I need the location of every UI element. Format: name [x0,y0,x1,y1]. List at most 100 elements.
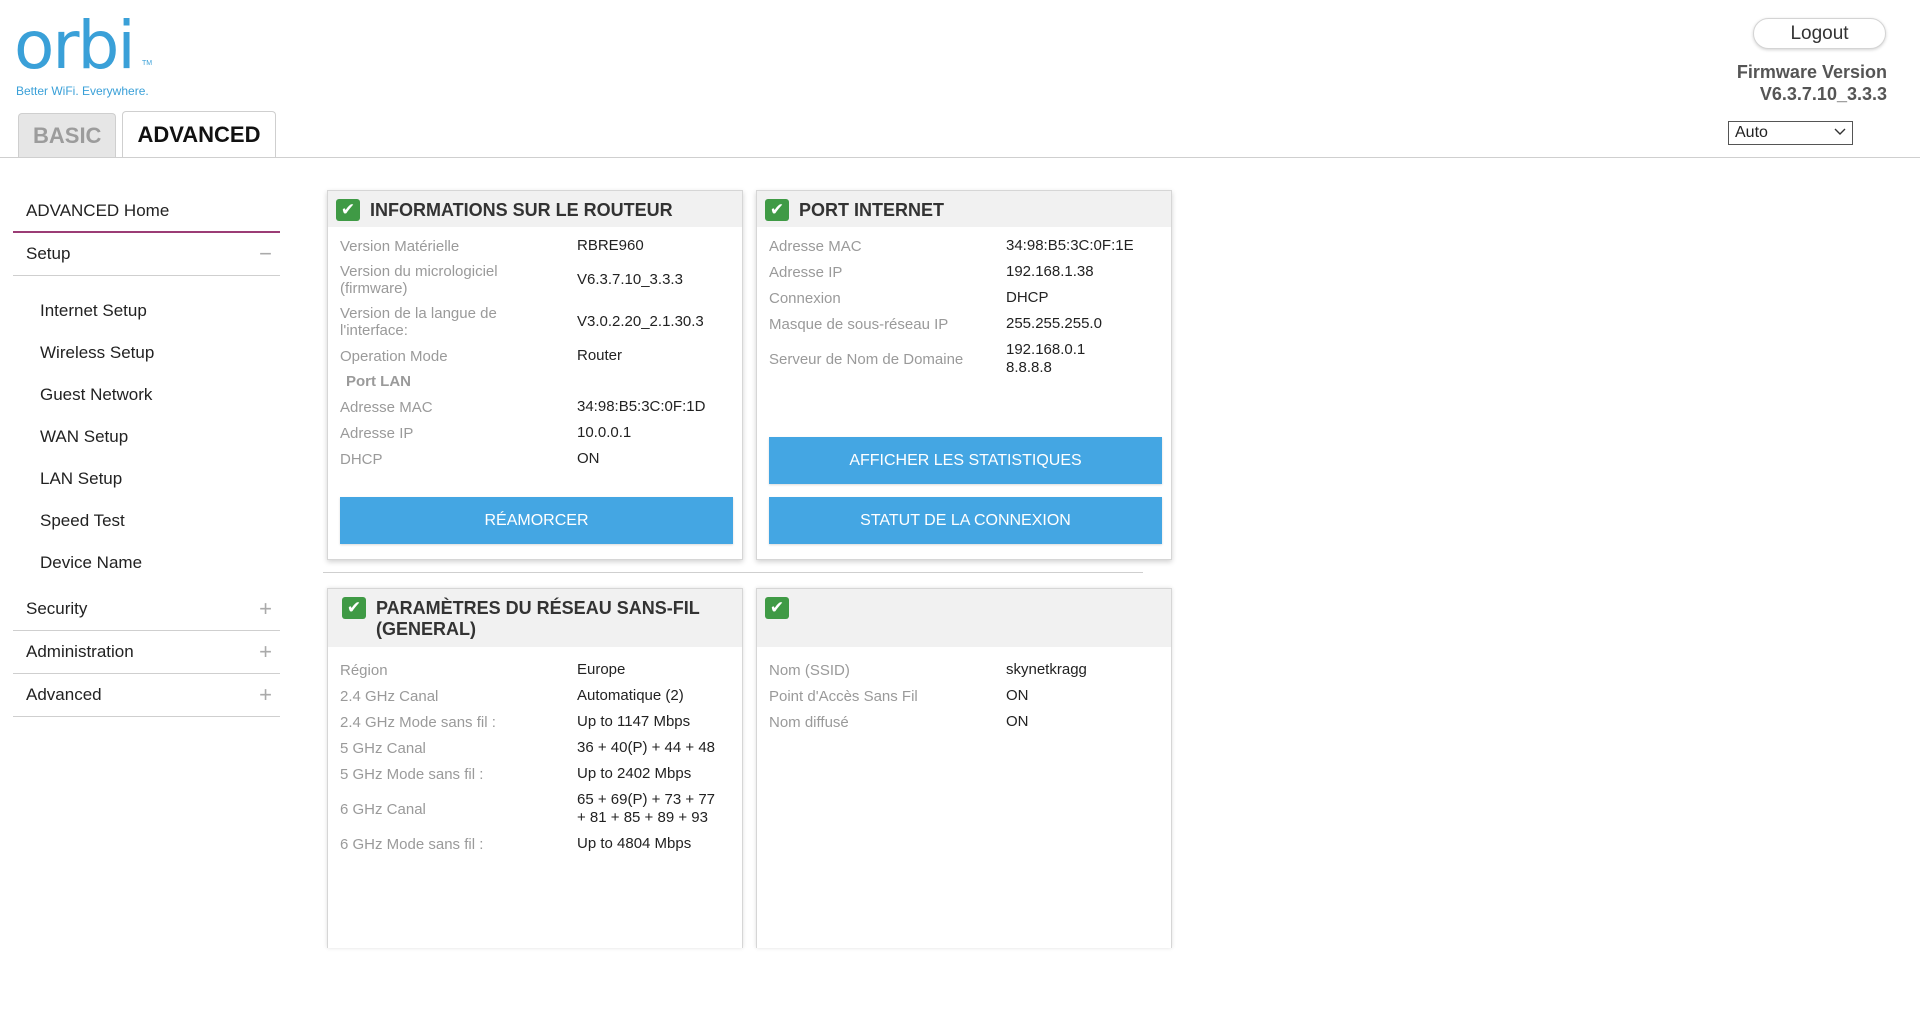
info-value: DHCP [1006,289,1049,306]
setup-submenu: Internet Setup Wireless Setup Guest Netw… [13,276,280,588]
info-row: 2.4 GHz Mode sans fil : Up to 1147 Mbps [340,713,730,731]
sidebar-item-internet-setup[interactable]: Internet Setup [13,290,280,332]
info-value: skynetkragg [1006,661,1087,678]
connection-status-button[interactable]: STATUT DE LA CONNEXION [769,497,1162,544]
sidebar-item-label: Administration [26,642,134,661]
info-label: Version de la langue de l'interface: [340,305,497,339]
logo-tagline: Better WiFi. Everywhere. [16,84,149,98]
sidebar-item-security[interactable]: Security + [13,588,280,631]
sidebar-item-label: Setup [26,244,71,263]
info-row: Version Matérielle RBRE960 [340,237,730,255]
plus-icon: + [259,682,272,707]
wireless-info-rows: Région Europe 2.4 GHz Canal Automatique … [328,647,742,853]
sidebar-item-wan-setup[interactable]: WAN Setup [13,416,280,458]
section-divider [323,572,1143,573]
info-row: Région Europe [340,661,730,679]
info-row: 2.4 GHz Canal Automatique (2) [340,687,730,705]
router-info-panel: ✔ INFORMATIONS SUR LE ROUTEUR Version Ma… [327,190,743,560]
info-label: Version du micrologiciel (firmware) [340,263,498,297]
panel-header: ✔ [757,589,1171,647]
sidebar-item-wireless-setup[interactable]: Wireless Setup [13,332,280,374]
info-value: 192.168.0.1 8.8.8.8 [1006,341,1085,377]
check-icon: ✔ [342,597,366,619]
info-value: 34:98:B5:3C:0F:1E [1006,237,1134,254]
info-row: Masque de sous-réseau IP 255.255.255.0 [769,315,1159,333]
info-label: Adresse IP [340,424,414,442]
router-info-rows: Version Matérielle RBRE960 Version du mi… [328,227,742,468]
info-row: 5 GHz Mode sans fil : Up to 2402 Mbps [340,765,730,783]
info-row: Version de la langue de l'interface: V3.… [340,305,730,339]
info-value: V6.3.7.10_3.3.3 [577,271,683,288]
info-row: 5 GHz Canal 36 + 40(P) + 44 + 48 [340,739,730,757]
panel-header: ✔ PARAMÈTRES DU RÉSEAU SANS-FIL (GENERAL… [328,589,742,647]
info-row: Version du micrologiciel (firmware) V6.3… [340,263,730,297]
info-value: 36 + 40(P) + 44 + 48 [577,739,716,756]
info-row: 6 GHz Canal 65 + 69(P) + 73 + 77 + 81 + … [340,791,730,827]
internet-port-panel: ✔ PORT INTERNET Adresse MAC 34:98:B5:3C:… [756,190,1172,560]
info-row: Adresse IP 192.168.1.38 [769,263,1159,281]
ssid-info-rows: Nom (SSID) skynetkragg Point d'Accès San… [757,647,1171,731]
info-value: 10.0.0.1 [577,424,632,441]
info-row: Nom (SSID) skynetkragg [769,661,1159,679]
info-row: DHCP ON [340,450,730,468]
info-value: Automatique (2) [577,687,684,704]
reboot-button[interactable]: RÉAMORCER [340,497,733,544]
check-icon: ✔ [765,199,789,221]
info-row: Point d'Accès Sans Fil ON [769,687,1159,705]
firmware-value: V6.3.7.10_3.3.3 [1759,84,1887,104]
info-label: Point d'Accès Sans Fil [769,687,918,705]
info-label: 2.4 GHz Mode sans fil : [340,713,496,731]
info-value: ON [577,450,600,467]
info-value: 255.255.255.0 [1006,315,1102,332]
orbi-logo: orbi TM Better WiFi. Everywhere. [14,13,152,99]
tab-basic[interactable]: BASIC [18,113,117,157]
dns-primary: 192.168.0.1 [1006,341,1086,358]
info-value: 34:98:B5:3C:0F:1D [577,398,706,415]
sidebar-item-administration[interactable]: Administration + [13,631,280,674]
info-row: Adresse MAC 34:98:B5:3C:0F:1E [769,237,1159,255]
panel-title-line: (GENERAL) [376,619,476,639]
info-label: 5 GHz Canal [340,739,426,757]
language-select-value: Auto [1735,124,1768,141]
sidebar-item-guest-network[interactable]: Guest Network [13,374,280,416]
show-statistics-button[interactable]: AFFICHER LES STATISTIQUES [769,437,1162,484]
sidebar-item-speed-test[interactable]: Speed Test [13,500,280,542]
info-value: ON [1006,713,1029,730]
lan-port-label: Port LAN [346,373,411,390]
info-label: Adresse MAC [340,398,433,416]
sidebar-item-label: Advanced [26,685,102,704]
info-label: Masque de sous-réseau IP [769,315,949,333]
info-value: 65 + 69(P) + 73 + 77 + 81 + 85 + 89 + 93 [577,791,715,827]
info-value: 192.168.1.38 [1006,263,1094,280]
logout-button[interactable]: Logout [1753,18,1886,49]
info-label: Adresse IP [769,263,843,281]
language-select[interactable]: Auto [1728,121,1853,145]
dns-secondary: 8.8.8.8 [1006,359,1052,376]
info-value: RBRE960 [577,237,644,254]
info-value: Up to 4804 Mbps [577,835,692,852]
tab-advanced[interactable]: ADVANCED [122,111,276,157]
sidebar-item-advanced-home[interactable]: ADVANCED Home [13,190,280,233]
panel-header: ✔ INFORMATIONS SUR LE ROUTEUR [328,191,742,227]
check-icon: ✔ [336,199,360,221]
firmware-version: Firmware Version V6.3.7.10_3.3.3 [1737,61,1887,105]
info-label: Connexion [769,289,841,307]
info-label: Version Matérielle [340,237,460,255]
info-value: ON [1006,687,1029,704]
sidebar-item-lan-setup[interactable]: LAN Setup [13,458,280,500]
info-label: Région [340,661,388,679]
info-label: Operation Mode [340,347,448,365]
sidebar-item-label: Security [26,599,88,618]
sidebar-nav: ADVANCED Home Setup − Internet Setup Wir… [13,190,280,717]
wireless-settings-panel: ✔ PARAMÈTRES DU RÉSEAU SANS-FIL (GENERAL… [327,588,743,948]
info-label: Serveur de Nom de Domaine [769,350,964,368]
panel-header: ✔ PORT INTERNET [757,191,1171,227]
sidebar-item-device-name[interactable]: Device Name [13,542,280,584]
info-value: V3.0.2.20_2.1.30.3 [577,313,704,330]
sidebar-item-advanced[interactable]: Advanced + [13,674,280,717]
minus-icon: − [259,241,272,266]
chevron-down-icon [1834,125,1846,142]
sidebar-item-label: ADVANCED Home [26,200,170,220]
panel-title: PORT INTERNET [799,200,945,220]
sidebar-item-setup[interactable]: Setup − [13,233,280,276]
